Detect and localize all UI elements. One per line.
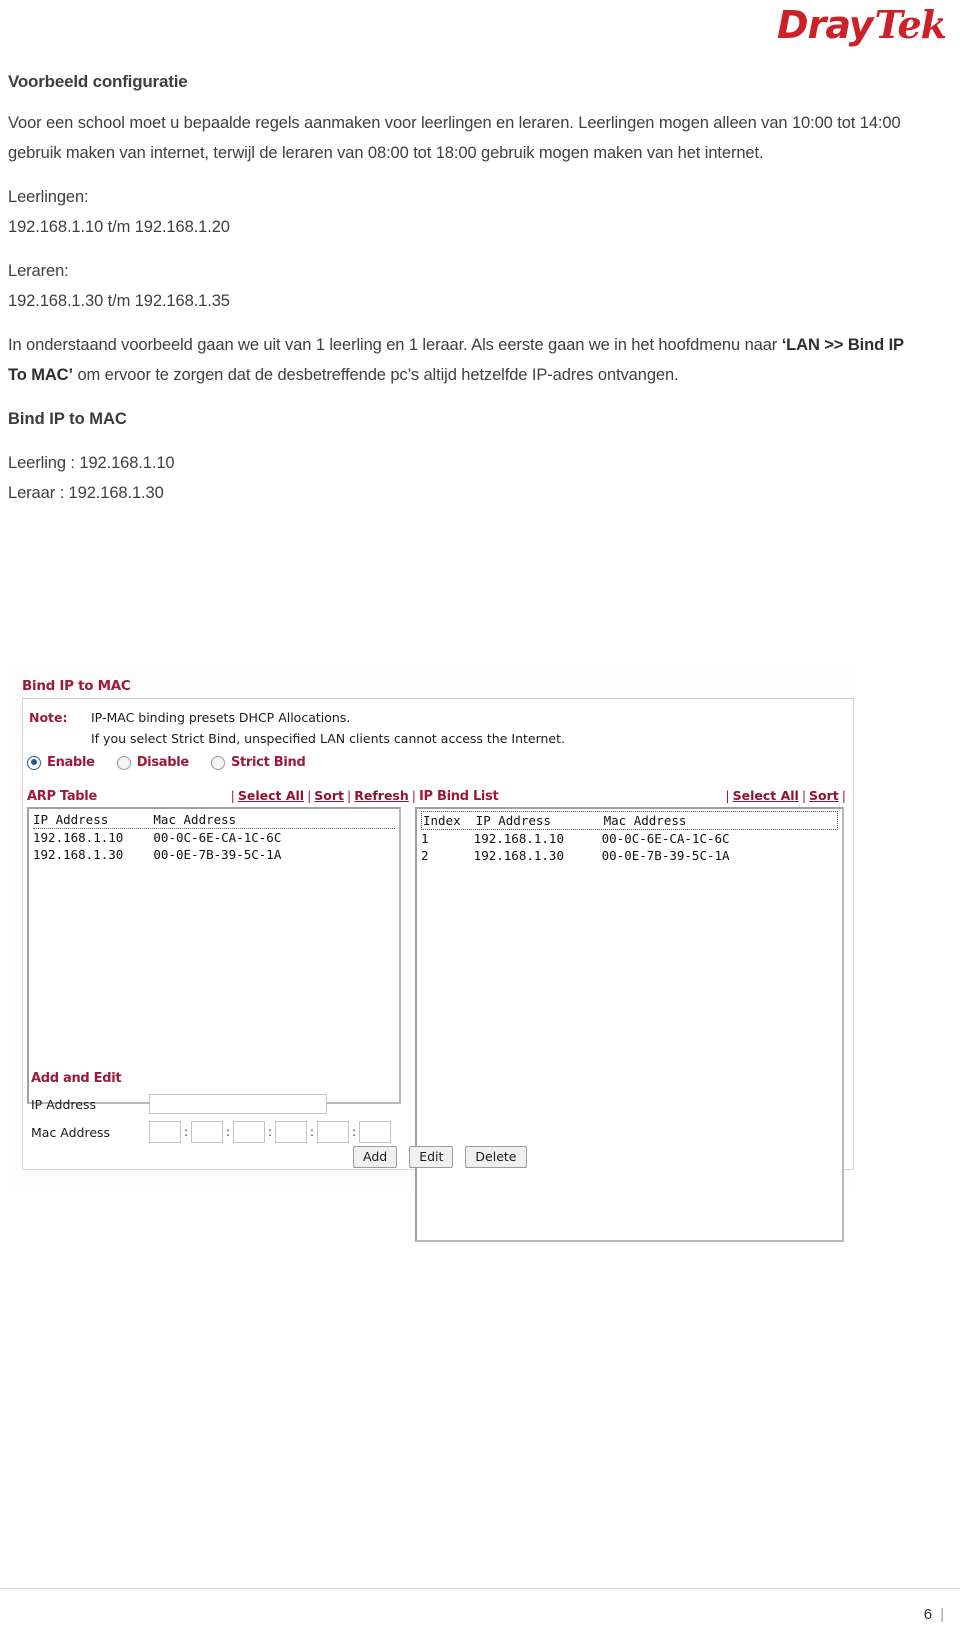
ip-bind-list-row[interactable]: 2 192.168.1.30 00-0E-7B-39-5C-1A bbox=[421, 848, 730, 863]
mac-segment-3[interactable] bbox=[233, 1121, 265, 1143]
page-number: 6 | bbox=[924, 1606, 944, 1623]
tables-container: IP Address Mac Address 192.168.1.10 00-0… bbox=[23, 804, 853, 1242]
ip-bind-list-row[interactable]: 1 192.168.1.10 00-0C-6E-CA-1C-6C bbox=[421, 831, 730, 846]
bind-select-all-link[interactable]: Select All bbox=[733, 788, 799, 803]
mac-separator: : bbox=[225, 1125, 231, 1139]
page-number-bar: | bbox=[940, 1606, 944, 1623]
add-and-edit-section: Add and Edit IP Address Mac Address : : … bbox=[31, 1071, 411, 1150]
radio-disable-label: Disable bbox=[136, 755, 190, 770]
mac-segment-1[interactable] bbox=[149, 1121, 181, 1143]
ip-bind-list-links: | Select All | Sort | bbox=[725, 788, 846, 803]
arp-table-links: | Select All | Sort | Refresh | bbox=[230, 788, 416, 803]
arp-refresh-link[interactable]: Refresh bbox=[354, 788, 409, 803]
add-and-edit-title: Add and Edit bbox=[31, 1071, 122, 1086]
add-button[interactable]: Add bbox=[353, 1146, 398, 1168]
students-ip-range: 192.168.1.10 t/m 192.168.1.20 bbox=[8, 218, 230, 236]
radio-disable-icon[interactable] bbox=[116, 755, 131, 770]
note-line-2: If you select Strict Bind, unspecified L… bbox=[91, 731, 565, 746]
ip-address-field-row: IP Address bbox=[31, 1094, 411, 1114]
delete-button[interactable]: Delete bbox=[465, 1146, 527, 1168]
arp-table-header: ARP Table | Select All | Sort | Refresh | bbox=[27, 788, 419, 804]
radio-strict-bind-icon[interactable] bbox=[210, 755, 225, 770]
bind-ip-to-mac-heading: Bind IP to MAC bbox=[8, 410, 127, 428]
screenshot-title: Bind IP to MAC bbox=[22, 678, 131, 694]
radio-option-disable[interactable]: Disable bbox=[116, 755, 190, 770]
mac-separator: : bbox=[351, 1125, 357, 1139]
student-entry: Leerling : 192.168.1.10 bbox=[8, 454, 175, 472]
mac-separator: : bbox=[183, 1125, 189, 1139]
ip-address-input[interactable] bbox=[149, 1094, 327, 1114]
logo-tek-text: Tek bbox=[874, 2, 947, 47]
intro-paragraph: Voor een school moet u bepaalde regels a… bbox=[8, 114, 901, 162]
ip-bind-list-column-header: Index IP Address Mac Address bbox=[421, 811, 838, 830]
note-label: Note: bbox=[29, 710, 68, 725]
radio-option-enable[interactable]: Enable bbox=[27, 755, 95, 770]
arp-table-row[interactable]: 192.168.1.30 00-0E-7B-39-5C-1A bbox=[33, 847, 281, 862]
draytek-logo: DrayTek bbox=[777, 2, 947, 47]
footer-divider bbox=[0, 1588, 960, 1589]
arp-table-listbox[interactable]: IP Address Mac Address 192.168.1.10 00-0… bbox=[27, 807, 401, 1104]
students-label: Leerlingen: bbox=[8, 188, 89, 206]
logo-dray-text: Dray bbox=[777, 3, 874, 47]
mac-address-input-group: : : : : : bbox=[149, 1121, 391, 1143]
radio-strict-bind-label: Strict Bind bbox=[230, 755, 306, 770]
example-paragraph: In onderstaand voorbeeld gaan we uit van… bbox=[8, 330, 922, 390]
radio-enable-label: Enable bbox=[47, 755, 95, 770]
page-number-value: 6 bbox=[923, 1606, 933, 1623]
radio-option-strict-bind[interactable]: Strict Bind bbox=[210, 755, 306, 770]
router-screenshot: Bind IP to MAC Note: IP-MAC binding pres… bbox=[8, 668, 857, 1242]
bind-sort-link[interactable]: Sort bbox=[809, 788, 839, 803]
radio-enable-icon[interactable] bbox=[27, 755, 41, 770]
note-block: Note: IP-MAC binding presets DHCP Alloca… bbox=[23, 699, 853, 749]
arp-table-row[interactable]: 192.168.1.10 00-0C-6E-CA-1C-6C bbox=[33, 830, 281, 845]
bind-mode-radio-group: Enable Disable Strict Bind bbox=[23, 749, 853, 770]
mac-address-field-row: Mac Address : : : : : bbox=[31, 1121, 411, 1143]
mac-segment-5[interactable] bbox=[317, 1121, 349, 1143]
mac-segment-6[interactable] bbox=[359, 1121, 391, 1143]
ip-bind-list-listbox[interactable]: Index IP Address Mac Address 1 192.168.1… bbox=[415, 807, 844, 1242]
arp-sort-link[interactable]: Sort bbox=[314, 788, 344, 803]
teachers-label: Leraren: bbox=[8, 262, 69, 280]
example-text-part2: om ervoor te zorgen dat de desbetreffend… bbox=[72, 366, 679, 384]
ip-address-label: IP Address bbox=[31, 1096, 96, 1112]
teacher-entry: Leraar : 192.168.1.30 bbox=[8, 484, 164, 502]
document-body: Voorbeeld configuratie Voor een school m… bbox=[8, 72, 922, 508]
arp-table-column-header: IP Address Mac Address bbox=[33, 811, 395, 829]
ip-bind-list-title: IP Bind List bbox=[419, 789, 499, 804]
edit-button[interactable]: Edit bbox=[409, 1146, 454, 1168]
example-text-part1: In onderstaand voorbeeld gaan we uit van… bbox=[8, 336, 782, 354]
teachers-ip-range: 192.168.1.30 t/m 192.168.1.35 bbox=[8, 292, 230, 310]
mac-separator: : bbox=[309, 1125, 315, 1139]
note-line-1: IP-MAC binding presets DHCP Allocations. bbox=[91, 710, 351, 725]
mac-segment-2[interactable] bbox=[191, 1121, 223, 1143]
mac-separator: : bbox=[267, 1125, 273, 1139]
arp-select-all-link[interactable]: Select All bbox=[238, 788, 304, 803]
screenshot-panel: Note: IP-MAC binding presets DHCP Alloca… bbox=[22, 698, 854, 1242]
ip-bind-list-header: IP Bind List | Select All | Sort | bbox=[419, 788, 849, 804]
tables-header-row: ARP Table | Select All | Sort | Refresh | IP B… bbox=[23, 770, 853, 804]
mac-address-label: Mac Address bbox=[31, 1124, 111, 1140]
mac-segment-4[interactable] bbox=[275, 1121, 307, 1143]
page-title: Voorbeeld configuratie bbox=[8, 72, 188, 91]
arp-table-title: ARP Table bbox=[27, 789, 97, 804]
action-button-row: Add Edit Delete bbox=[353, 1146, 527, 1168]
